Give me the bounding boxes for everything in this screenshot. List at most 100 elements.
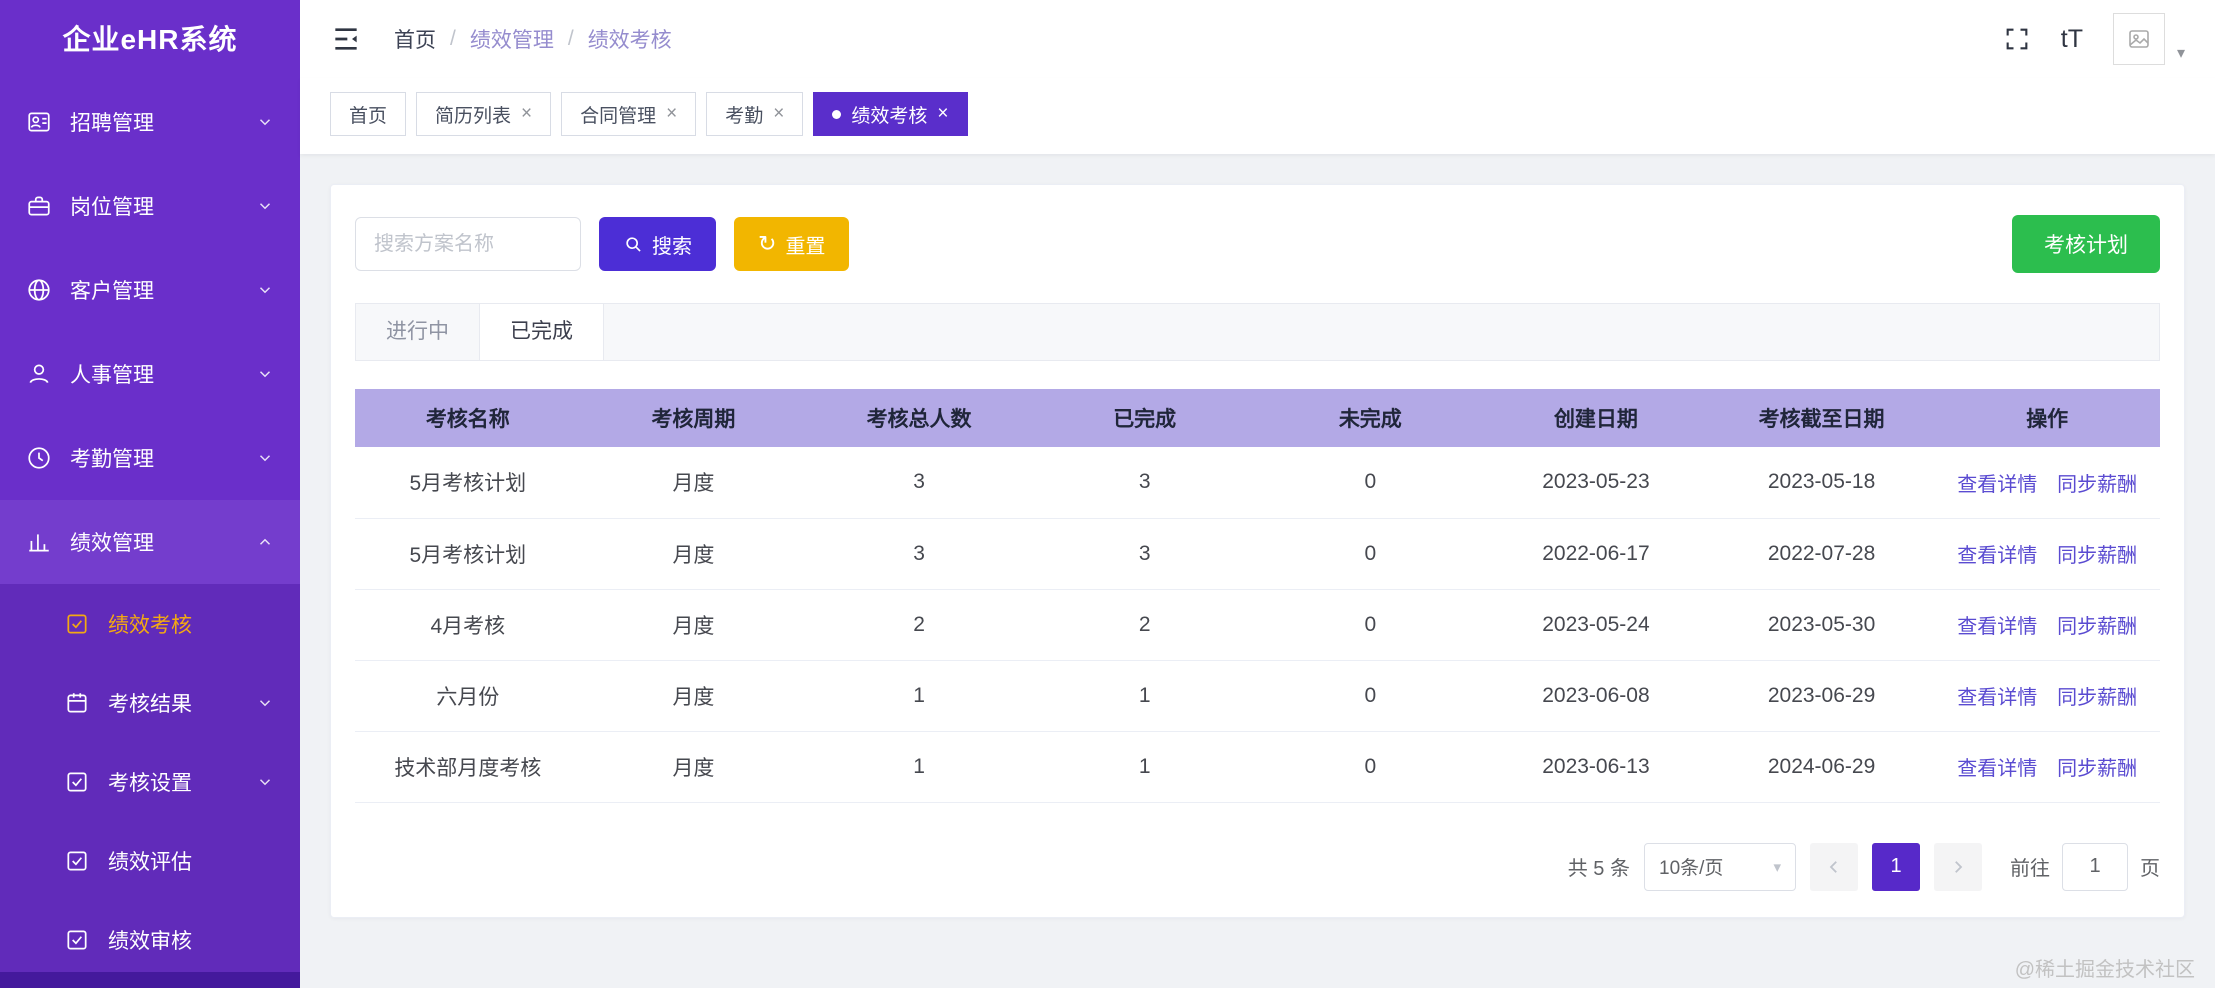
check-square-icon	[64, 927, 90, 953]
tab-resume-list[interactable]: 简历列表 ×	[416, 92, 552, 136]
sidebar-item-performance[interactable]: 绩效管理	[0, 500, 300, 584]
chevron-down-icon	[256, 694, 274, 712]
total-count: 共 5 条	[1567, 858, 1630, 880]
tab-attendance[interactable]: 考勤 ×	[706, 92, 804, 136]
sidebar-item-label: 绩效管理	[70, 532, 154, 555]
sidebar-item-label: 岗位管理	[70, 196, 154, 219]
sync-salary-link[interactable]: 同步薪酬	[2057, 687, 2137, 709]
cell-total: 2	[806, 589, 1032, 661]
cell-deadline: 2023-05-30	[1708, 589, 1935, 661]
position-icon	[26, 193, 52, 219]
sidebar-item-attendance[interactable]: 考勤管理	[0, 416, 300, 500]
chevron-down-icon	[256, 449, 274, 467]
view-detail-link[interactable]: 查看详情	[1957, 616, 2037, 638]
breadcrumb-separator: /	[567, 27, 574, 50]
cell-name: 5月考核计划	[355, 447, 581, 519]
breadcrumb-performance[interactable]: 绩效管理	[470, 24, 554, 54]
cell-total: 1	[806, 731, 1032, 803]
search-button[interactable]: 搜索	[599, 217, 716, 271]
tab-contract[interactable]: 合同管理 ×	[561, 92, 697, 136]
chevron-down-icon[interactable]: ▾	[2177, 43, 2185, 63]
view-detail-link[interactable]: 查看详情	[1957, 474, 2037, 496]
tab-completed[interactable]: 已完成	[479, 304, 604, 360]
chevron-down-icon	[256, 113, 274, 131]
pagination: 共 5 条 10条/页 ▾ 1 前往 页	[355, 842, 2160, 891]
cell-total: 3	[806, 447, 1032, 519]
open-tabs-bar: 首页 简历列表 × 合同管理 × 考勤 × 绩效考核 ×	[300, 78, 2215, 154]
view-detail-link[interactable]: 查看详情	[1957, 758, 2037, 780]
tab-label: 考勤	[725, 105, 764, 127]
next-page-button[interactable]	[1934, 842, 1982, 891]
performance-icon	[26, 529, 52, 555]
sidebar-item-assessment-result[interactable]: 考核结果	[0, 663, 300, 742]
active-dot	[832, 109, 842, 119]
cell-undone: 0	[1257, 731, 1484, 803]
chevron-down-icon	[256, 197, 274, 215]
topbar: 首页 / 绩效管理 / 绩效考核 tT ▾	[300, 0, 2215, 78]
sync-salary-link[interactable]: 同步薪酬	[2057, 616, 2137, 638]
app-title: 企业eHR系统	[62, 24, 238, 55]
assessment-table: 考核名称 考核周期 考核总人数 已完成 未完成 创建日期 考核截至日期 操作 5…	[355, 389, 2160, 803]
attendance-icon	[26, 445, 52, 471]
sync-salary-link[interactable]: 同步薪酬	[2057, 474, 2137, 496]
search-input[interactable]	[355, 217, 581, 271]
personnel-icon	[26, 361, 52, 387]
cell-actions: 查看详情 同步薪酬	[1934, 731, 2160, 803]
page-number-current[interactable]: 1	[1872, 842, 1920, 891]
search-toolbar: 搜索 ↻ 重置 考核计划	[355, 215, 2160, 273]
tab-in-progress[interactable]: 进行中	[356, 304, 479, 360]
chevron-down-icon	[256, 281, 274, 299]
chevron-down-icon	[256, 773, 274, 791]
sidebar-item-customer[interactable]: 客户管理	[0, 248, 300, 332]
content: 搜索 ↻ 重置 考核计划 进行中 已完成 考核名称 考核周期	[300, 154, 2215, 948]
sidebar-item-performance-review[interactable]: 绩效审核	[0, 900, 300, 979]
tab-performance-assessment[interactable]: 绩效考核 ×	[813, 92, 968, 136]
cell-period: 月度	[580, 660, 807, 732]
breadcrumb-home[interactable]: 首页	[394, 24, 436, 54]
sidebar-item-position[interactable]: 岗位管理	[0, 164, 300, 248]
cell-created: 2023-05-23	[1483, 447, 1709, 519]
menu-fold-icon[interactable]	[330, 23, 362, 55]
customer-icon	[26, 277, 52, 303]
cell-created: 2023-06-13	[1483, 731, 1709, 803]
table-row: 六月份 月度 1 1 0 2023-06-08 2023-06-29 查看详情 …	[355, 660, 2160, 732]
sidebar-item-performance-assessment[interactable]: 绩效考核	[0, 584, 300, 663]
font-size-icon[interactable]: tT	[2061, 25, 2083, 54]
view-detail-link[interactable]: 查看详情	[1957, 545, 2037, 567]
check-square-icon	[64, 848, 90, 874]
assessment-plan-button[interactable]: 考核计划	[2012, 215, 2160, 273]
close-icon[interactable]: ×	[773, 103, 784, 125]
tab-label: 简历列表	[435, 105, 512, 127]
tab-home[interactable]: 首页	[330, 92, 407, 136]
fullscreen-icon[interactable]	[2003, 25, 2031, 53]
cell-name: 4月考核	[355, 589, 581, 661]
calendar-icon	[64, 690, 90, 716]
page-size-select[interactable]: 10条/页 ▾	[1644, 842, 1796, 891]
sidebar-item-label: 考核设置	[108, 771, 192, 795]
close-icon[interactable]: ×	[666, 103, 677, 125]
cell-deadline: 2023-06-29	[1708, 660, 1935, 732]
col-deadline: 考核截至日期	[1708, 389, 1935, 447]
goto-page-input[interactable]	[2062, 842, 2128, 891]
reset-button[interactable]: ↻ 重置	[734, 217, 850, 271]
cell-actions: 查看详情 同步薪酬	[1934, 518, 2160, 590]
sidebar-item-personnel[interactable]: 人事管理	[0, 332, 300, 416]
cell-actions: 查看详情 同步薪酬	[1934, 447, 2160, 519]
check-square-icon	[64, 611, 90, 637]
sync-salary-link[interactable]: 同步薪酬	[2057, 758, 2137, 780]
search-button-label: 搜索	[652, 235, 692, 258]
breadcrumb-separator: /	[450, 27, 456, 50]
view-detail-link[interactable]: 查看详情	[1957, 687, 2037, 709]
chevron-down-icon	[256, 365, 274, 383]
avatar[interactable]	[2112, 13, 2165, 65]
cell-total: 1	[806, 660, 1032, 732]
sidebar-item-recruitment[interactable]: 招聘管理	[0, 80, 300, 164]
close-icon[interactable]: ×	[937, 103, 948, 125]
table-row: 4月考核 月度 2 2 0 2023-05-24 2023-05-30 查看详情…	[355, 589, 2160, 661]
sidebar-item-assessment-setting[interactable]: 考核设置	[0, 742, 300, 821]
sidebar-item-performance-evaluation[interactable]: 绩效评估	[0, 821, 300, 900]
cell-created: 2023-05-24	[1483, 589, 1709, 661]
close-icon[interactable]: ×	[521, 103, 532, 125]
sync-salary-link[interactable]: 同步薪酬	[2057, 545, 2137, 567]
prev-page-button[interactable]	[1810, 842, 1858, 891]
